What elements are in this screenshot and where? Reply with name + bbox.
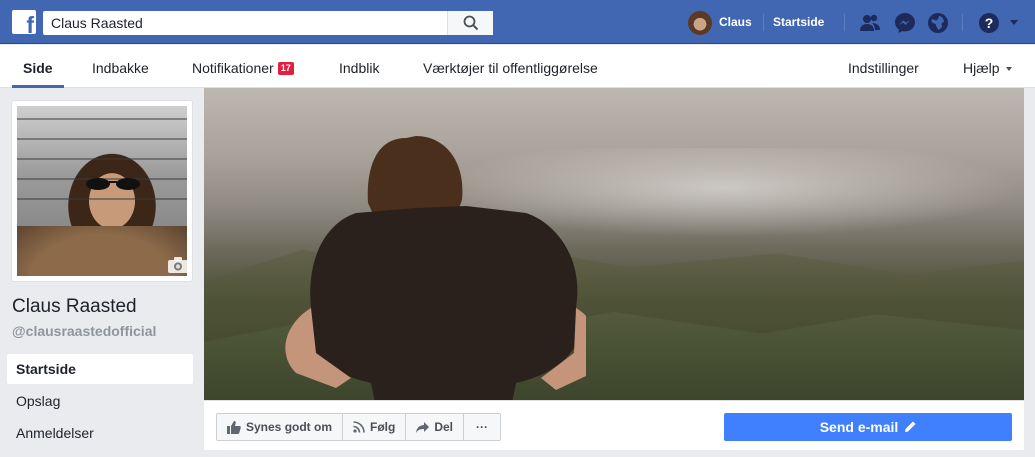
like-button-label: Synes godt om <box>246 420 333 434</box>
send-email-button[interactable]: Send e-mail <box>724 413 1012 441</box>
page-username[interactable]: @clausraastedofficial <box>12 323 156 339</box>
nav-divider <box>962 14 963 31</box>
search-box <box>43 11 493 35</box>
caret-down-icon <box>1005 67 1012 71</box>
search-input[interactable] <box>43 11 448 35</box>
cover-person-figure <box>285 136 586 400</box>
tab-publishing-tools[interactable]: Værktøjer til offentliggørelse <box>423 60 598 76</box>
tab-notifikationer-label: Notifikationer <box>192 60 274 76</box>
user-profile-link[interactable]: Claus <box>719 15 752 29</box>
page-title[interactable]: Claus Raasted <box>12 296 137 318</box>
camera-icon[interactable] <box>167 256 187 274</box>
more-options-button[interactable]: ··· <box>464 414 500 440</box>
top-navigation-bar: f Claus Startside ? <box>0 0 1035 44</box>
active-tab-indicator <box>12 85 64 88</box>
thumbs-up-icon <box>227 420 241 434</box>
page-action-bar: Synes godt om Følg Del ··· Send e-mail <box>204 400 1024 450</box>
profile-picture-frame[interactable] <box>11 100 193 282</box>
page-tabs: Side Indbakke Notifikationer 17 Indblik V… <box>0 45 1035 88</box>
user-avatar[interactable] <box>688 11 712 35</box>
share-arrow-icon <box>416 421 430 433</box>
sidebar-item-startside[interactable]: Startside <box>7 354 193 384</box>
search-button[interactable] <box>447 11 493 35</box>
notification-count-badge: 17 <box>277 62 294 75</box>
svg-text:?: ? <box>985 15 994 31</box>
tab-hjaelp-label: Hjælp <box>963 60 1000 76</box>
sidebar-item-anmeldelser[interactable]: Anmeldelser <box>7 418 193 448</box>
globe-icon[interactable] <box>926 11 950 35</box>
facebook-logo-icon[interactable]: f <box>12 10 36 34</box>
friends-icon[interactable] <box>858 11 882 35</box>
search-icon <box>463 15 479 31</box>
tab-notifikationer[interactable]: Notifikationer 17 <box>192 60 294 76</box>
home-link[interactable]: Startside <box>773 15 824 29</box>
nav-divider <box>844 14 845 31</box>
cover-photo[interactable] <box>204 88 1024 400</box>
send-email-label: Send e-mail <box>819 419 899 435</box>
pencil-icon <box>905 421 916 432</box>
tab-indstillinger[interactable]: Indstillinger <box>848 60 919 76</box>
like-button[interactable]: Synes godt om <box>217 414 344 440</box>
profile-picture <box>17 106 187 276</box>
rss-icon <box>353 421 365 433</box>
share-button[interactable]: Del <box>406 414 465 440</box>
tab-hjaelp[interactable]: Hjælp <box>963 60 1012 76</box>
help-icon[interactable]: ? <box>977 11 1001 35</box>
chevron-down-icon[interactable] <box>1010 20 1018 25</box>
more-options-label: ··· <box>476 420 489 434</box>
tab-indbakke[interactable]: Indbakke <box>92 60 149 76</box>
sidebar-item-opslag[interactable]: Opslag <box>7 386 193 416</box>
tab-side[interactable]: Side <box>23 60 53 76</box>
nav-divider <box>763 14 764 31</box>
tab-indblik[interactable]: Indblik <box>339 60 379 76</box>
follow-button[interactable]: Følg <box>343 414 407 440</box>
follow-button-label: Følg <box>370 420 396 434</box>
action-button-group: Synes godt om Følg Del ··· <box>216 413 502 441</box>
share-button-label: Del <box>434 420 454 434</box>
messenger-icon[interactable] <box>893 11 917 35</box>
